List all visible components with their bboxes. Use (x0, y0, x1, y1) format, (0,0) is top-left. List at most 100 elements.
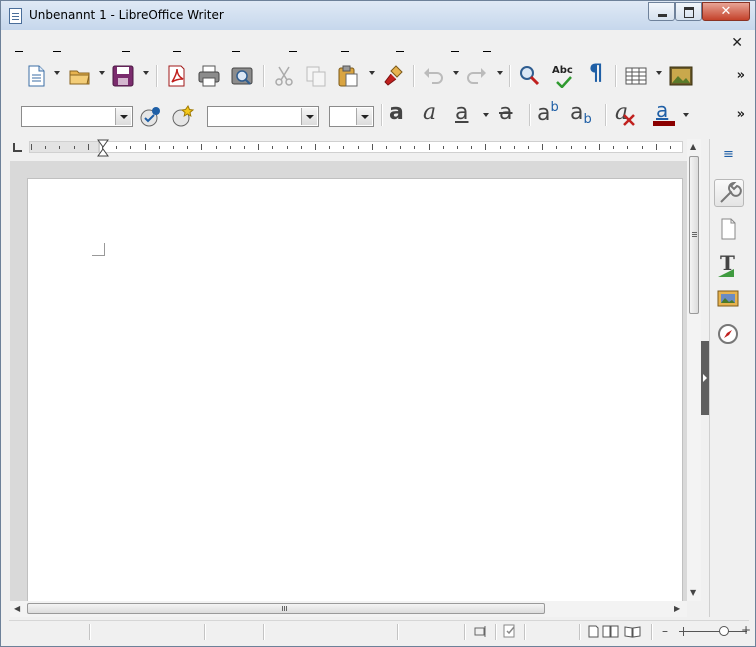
new-dropdown-arrow[interactable] (54, 71, 60, 75)
scroll-right-arrow[interactable]: ▶ (674, 604, 680, 613)
undo-icon[interactable] (420, 63, 446, 89)
update-style-icon[interactable] (137, 104, 163, 130)
font-color-swatch (653, 121, 675, 126)
tab-stop-selector[interactable] (13, 143, 22, 152)
ruler-tick (130, 146, 132, 149)
document-canvas[interactable] (10, 161, 687, 601)
subscript-button[interactable]: ab (570, 100, 592, 127)
selection-mode-icon[interactable] (474, 625, 488, 638)
scroll-down-arrow[interactable]: ▼ (690, 588, 696, 597)
window-title: Unbenannt 1 - LibreOffice Writer (29, 8, 224, 22)
redo-dropdown-arrow[interactable] (497, 71, 503, 75)
italic-button[interactable]: a (423, 100, 436, 125)
zoom-slider-knob[interactable] (719, 626, 729, 636)
redo-icon[interactable] (464, 63, 490, 89)
zoom-out-button[interactable]: – (662, 624, 668, 638)
table-icon[interactable] (623, 63, 649, 89)
vertical-scroll-thumb[interactable] (689, 156, 699, 314)
cut-icon[interactable] (271, 63, 297, 89)
chevron-down-icon[interactable] (115, 108, 131, 125)
horizontal-scrollbar[interactable]: ◀ ▶ (10, 601, 687, 617)
sidebar-collapse-handle[interactable] (701, 341, 709, 415)
indent-marker-icon[interactable] (97, 139, 109, 157)
ruler-tick (599, 144, 600, 150)
horizontal-scroll-thumb[interactable] (27, 603, 545, 614)
menu-item-8[interactable] (396, 37, 404, 52)
new-style-icon[interactable] (169, 104, 195, 130)
save-dropdown-arrow[interactable] (143, 71, 149, 75)
paste-dropdown-arrow[interactable] (369, 71, 375, 75)
ruler-tick (542, 144, 544, 150)
sidebar-tab-navigator[interactable] (714, 321, 744, 349)
formatting-toolbar-overflow[interactable]: » (737, 107, 745, 122)
close-document-button[interactable]: ✕ (731, 35, 743, 51)
print-icon[interactable] (196, 63, 222, 89)
menu-item-9[interactable] (451, 37, 459, 52)
menu-item-6[interactable] (289, 37, 297, 52)
toolbar-separator (413, 65, 415, 87)
insert-image-icon[interactable] (668, 63, 694, 89)
paste-icon[interactable] (335, 63, 361, 89)
chevron-down-icon[interactable] (301, 108, 317, 125)
sidebar-tab-page[interactable] (714, 216, 744, 244)
menu-item-7[interactable] (341, 37, 349, 52)
zoom-in-button[interactable]: + (741, 623, 751, 637)
ruler-tick (343, 146, 345, 149)
menu-item-1[interactable] (15, 37, 23, 52)
open-dropdown-arrow[interactable] (99, 71, 105, 75)
open-folder-icon[interactable] (67, 63, 93, 89)
menu-item-2[interactable] (53, 37, 61, 52)
ruler-tick (300, 146, 302, 149)
menu-item-3[interactable] (122, 37, 130, 52)
spellcheck-icon[interactable]: Abc (551, 65, 577, 91)
menu-item-4[interactable] (173, 37, 181, 52)
paragraph-style-combo[interactable] (21, 106, 133, 127)
underline-dropdown-arrow[interactable] (483, 113, 489, 117)
scroll-left-arrow[interactable]: ◀ (14, 604, 20, 613)
ruler-tick (102, 146, 103, 149)
document-modified-icon[interactable] (503, 624, 517, 638)
writer-window: Unbenannt 1 - LibreOffice Writer ✕ ✕ Abc… (0, 0, 756, 647)
copy-icon[interactable] (303, 63, 329, 89)
superscript-button[interactable]: ab (537, 100, 559, 126)
ruler-tick (556, 146, 558, 149)
sidebar-tab-styles[interactable]: T (714, 251, 744, 279)
font-color-dropdown-arrow[interactable] (683, 113, 689, 117)
ruler-tick (442, 146, 444, 149)
chevron-down-icon[interactable] (356, 108, 372, 125)
status-divider (464, 624, 466, 640)
ruler-tick (45, 146, 47, 149)
maximize-button[interactable] (675, 2, 702, 21)
table-dropdown-arrow[interactable] (656, 71, 662, 75)
menu-item-5[interactable] (232, 37, 240, 52)
zoom-slider-track[interactable] (679, 631, 747, 632)
sidebar-menu-button[interactable]: ≡ (723, 147, 734, 162)
clone-formatting-icon[interactable] (381, 63, 407, 89)
strikethrough-button[interactable]: a (499, 100, 512, 125)
export-pdf-icon[interactable] (163, 63, 189, 89)
find-replace-icon[interactable] (517, 63, 543, 89)
font-color-button[interactable]: a (651, 96, 677, 130)
bold-button[interactable]: a (389, 100, 404, 125)
minimize-button[interactable] (648, 2, 675, 21)
undo-dropdown-arrow[interactable] (453, 71, 459, 75)
save-icon[interactable] (110, 63, 136, 89)
view-layout-icon[interactable] (587, 625, 643, 638)
new-document-icon[interactable] (23, 63, 49, 89)
print-preview-icon[interactable] (229, 63, 255, 89)
vertical-scrollbar[interactable]: ▲ ▼ (687, 139, 701, 601)
menu-item-10[interactable] (483, 37, 491, 52)
font-name-combo[interactable] (207, 106, 319, 127)
scroll-up-arrow[interactable]: ▲ (690, 142, 696, 151)
underline-button[interactable]: a (455, 100, 468, 125)
font-size-combo[interactable] (329, 106, 374, 127)
document-page[interactable] (27, 178, 683, 601)
standard-toolbar-overflow[interactable]: » (737, 68, 745, 83)
close-window-button[interactable]: ✕ (702, 2, 750, 21)
ruler-tick (584, 146, 586, 149)
sidebar-tab-properties[interactable] (714, 179, 744, 207)
sidebar-tab-gallery[interactable] (714, 285, 744, 313)
formatting-marks-icon[interactable]: ¶ (589, 61, 603, 86)
clear-formatting-button[interactable]: a (613, 100, 639, 128)
horizontal-ruler[interactable] (9, 137, 695, 159)
